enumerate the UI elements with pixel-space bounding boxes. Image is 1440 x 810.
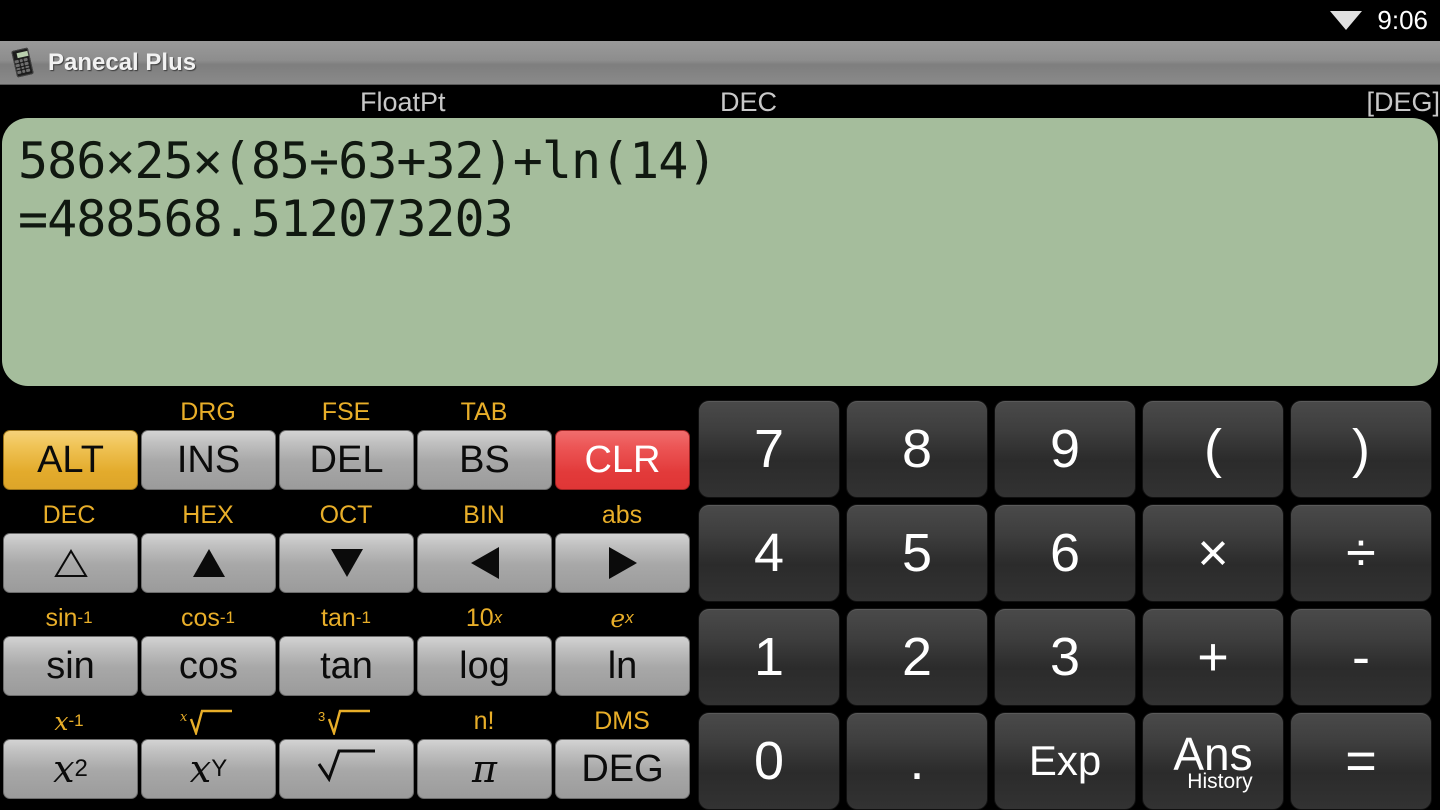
numeric-keypad: 7 8 9 ( ) 4 5 6 × ÷ 1 2 3 + - 0 . Exp An…: [698, 400, 1440, 810]
key-exp[interactable]: Exp: [994, 712, 1136, 810]
status-clock: 9:06: [1377, 5, 1428, 35]
alt-label-x-inverse: x -1: [54, 706, 84, 736]
key-divide[interactable]: ÷: [1290, 504, 1432, 602]
alt-label-fse: FSE: [321, 397, 371, 426]
del-key[interactable]: DEL: [279, 430, 414, 490]
alt-label-abs: abs: [601, 500, 643, 529]
alt-label-drg: DRG: [180, 397, 236, 426]
history-sublabel: History: [1187, 769, 1253, 793]
key-9[interactable]: 9: [994, 400, 1136, 498]
alt-label-1: [0, 396, 138, 428]
triangle-up-outline-key[interactable]: [3, 533, 138, 593]
key-2[interactable]: 2: [846, 608, 988, 706]
key-plus[interactable]: +: [1142, 608, 1284, 706]
bs-key[interactable]: BS: [417, 430, 552, 490]
alt-label-asin: sin -1: [45, 603, 93, 632]
calculator-icon: [10, 46, 36, 78]
x-pow-y-key[interactable]: xY: [141, 739, 276, 799]
key-minus[interactable]: -: [1290, 608, 1432, 706]
app-title: Panecal Plus: [48, 48, 197, 76]
key-4[interactable]: 4: [698, 504, 840, 602]
key-1[interactable]: 1: [698, 608, 840, 706]
triangle-down-key[interactable]: [279, 533, 414, 593]
function-key-row: sin -1 cos -1 tan -1 10 x ex sin cos tan log…: [0, 602, 692, 705]
triangle-up-outline-icon: [53, 548, 88, 578]
function-key-row: DRG FSE TAB ALT INS DEL BS CLR: [0, 396, 692, 499]
triangle-left-key[interactable]: [417, 533, 552, 593]
deg-key[interactable]: DEG: [555, 739, 690, 799]
alt-label-e-pow-x: ex: [610, 603, 634, 633]
status-bar: 9:06: [0, 0, 1440, 41]
svg-text:x: x: [180, 710, 188, 725]
triangle-right-icon: [608, 547, 637, 579]
key-5[interactable]: 5: [846, 504, 988, 602]
title-bar: Panecal Plus: [0, 41, 1440, 85]
key-8[interactable]: 8: [846, 400, 988, 498]
square-root-key[interactable]: [279, 739, 414, 799]
cos-key[interactable]: cos: [141, 636, 276, 696]
wifi-icon: [1329, 5, 1363, 36]
alt-label-atan: tan -1: [321, 603, 371, 632]
clr-key[interactable]: CLR: [555, 430, 690, 490]
ln-key[interactable]: ln: [555, 636, 690, 696]
ins-key[interactable]: INS: [141, 430, 276, 490]
angle-mode-indicator[interactable]: [DEG]: [1366, 87, 1440, 118]
log-key[interactable]: log: [417, 636, 552, 696]
square-root-icon: [315, 746, 379, 792]
alt-label-5: [553, 396, 691, 428]
key-equals[interactable]: =: [1290, 712, 1432, 810]
alt-label-x-root-icon: x: [139, 705, 277, 737]
tan-key[interactable]: tan: [279, 636, 414, 696]
sin-key[interactable]: sin: [3, 636, 138, 696]
key-3[interactable]: 3: [994, 608, 1136, 706]
function-keypad: DRG FSE TAB ALT INS DEL BS CLR DEC HEX O…: [0, 396, 692, 810]
calculator-app: 9:06 Panecal Plus FloatPt DEC [DEG] 586×…: [0, 0, 1440, 810]
alt-label-acos: cos -1: [180, 603, 236, 632]
triangle-up-key[interactable]: [141, 533, 276, 593]
alt-label-dms: DMS: [594, 706, 650, 735]
x-squared-key[interactable]: x2: [3, 739, 138, 799]
display-result: =488568.512073203: [18, 190, 514, 248]
alt-label-cube-root-icon: 3: [277, 705, 415, 737]
alt-label-bin: BIN: [463, 500, 505, 529]
svg-text:3: 3: [318, 709, 325, 724]
mode-indicator-bar: FloatPt DEC [DEG]: [0, 85, 1440, 122]
key-decimal-point[interactable]: .: [846, 712, 988, 810]
number-base-indicator[interactable]: DEC: [720, 87, 777, 118]
alt-label-ten-pow-x: 10 x: [465, 603, 503, 632]
triangle-up-icon: [192, 549, 225, 577]
pi-key[interactable]: π: [417, 739, 552, 799]
key-6[interactable]: 6: [994, 504, 1136, 602]
key-close-paren[interactable]: ): [1290, 400, 1432, 498]
alt-label-hex: HEX: [182, 500, 234, 529]
triangle-down-icon: [330, 549, 363, 577]
function-key-row: x -1 x 3 n! DMS x2 xY π DEG: [0, 705, 692, 808]
calculator-display[interactable]: 586×25×(85÷63+32)+ln(14) =488568.5120732…: [2, 118, 1438, 386]
alt-key[interactable]: ALT: [3, 430, 138, 490]
alt-label-factorial: n!: [473, 706, 495, 735]
display-expression: 586×25×(85÷63+32)+ln(14): [18, 132, 717, 190]
triangle-left-icon: [470, 547, 499, 579]
key-7[interactable]: 7: [698, 400, 840, 498]
key-multiply[interactable]: ×: [1142, 504, 1284, 602]
key-open-paren[interactable]: (: [1142, 400, 1284, 498]
triangle-right-key[interactable]: [555, 533, 690, 593]
alt-label-tab: TAB: [460, 397, 508, 426]
key-ans-history[interactable]: Ans History: [1142, 712, 1284, 810]
notation-mode-indicator[interactable]: FloatPt: [360, 87, 446, 118]
alt-label-oct: OCT: [319, 500, 373, 529]
function-key-row: DEC HEX OCT BIN abs: [0, 499, 692, 602]
alt-label-dec: DEC: [42, 500, 96, 529]
key-0[interactable]: 0: [698, 712, 840, 810]
